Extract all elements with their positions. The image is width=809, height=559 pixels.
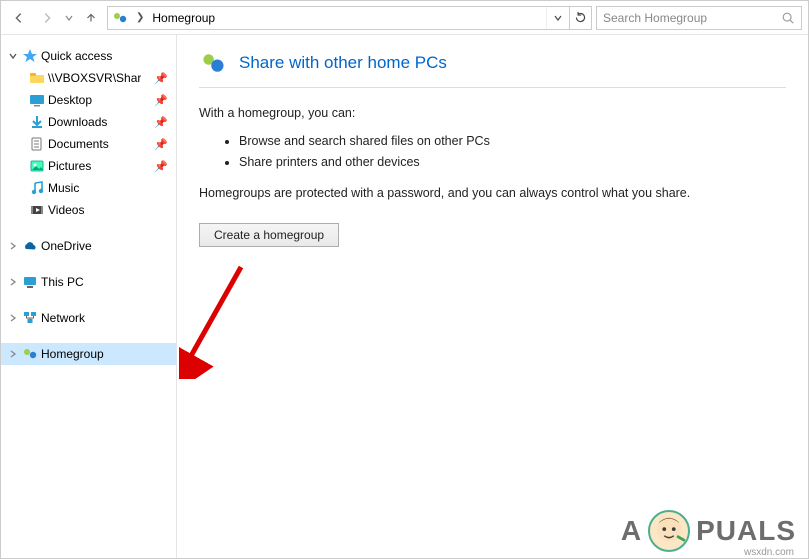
search-icon <box>781 11 795 25</box>
feature-list: Browse and search shared files on other … <box>239 131 786 173</box>
tree-label: OneDrive <box>41 239 92 253</box>
tree-label: This PC <box>41 275 84 289</box>
search-input[interactable] <box>603 11 781 25</box>
desktop-icon <box>29 92 45 108</box>
tree-label: Videos <box>48 203 84 217</box>
tree-label: Quick access <box>41 49 112 63</box>
history-dropdown[interactable] <box>63 14 75 22</box>
homegroup-icon <box>199 49 227 77</box>
chevron-right-icon[interactable] <box>7 240 19 252</box>
tree-label: Downloads <box>48 115 107 129</box>
tree-item-vboxshare[interactable]: \\VBOXSVR\Shar 📌 <box>1 67 176 89</box>
star-icon <box>22 48 38 64</box>
refresh-button[interactable] <box>569 7 591 29</box>
tree-label: \\VBOXSVR\Shar <box>48 71 141 85</box>
brand-text-right: PUALS <box>696 515 796 547</box>
tree-this-pc[interactable]: This PC <box>1 271 176 293</box>
chevron-right-icon[interactable] <box>7 348 19 360</box>
pin-icon: 📌 <box>154 160 168 173</box>
tree-item-downloads[interactable]: Downloads 📌 <box>1 111 176 133</box>
chevron-right-icon[interactable] <box>7 276 19 288</box>
tree-label: Music <box>48 181 79 195</box>
tree-label: Homegroup <box>41 347 104 361</box>
brand-text-left: A <box>621 515 642 547</box>
tree-network[interactable]: Network <box>1 307 176 329</box>
chevron-right-icon[interactable] <box>7 312 19 324</box>
onedrive-icon <box>22 238 38 254</box>
toolbar: ❯ Homegroup <box>1 1 808 35</box>
breadcrumb-item[interactable]: Homegroup <box>152 11 215 25</box>
pin-icon: 📌 <box>154 116 168 129</box>
music-icon <box>29 180 45 196</box>
tree-label: Pictures <box>48 159 91 173</box>
tree-item-videos[interactable]: Videos <box>1 199 176 221</box>
search-box[interactable] <box>596 6 802 30</box>
network-icon <box>22 310 38 326</box>
homegroup-icon <box>112 10 128 26</box>
tree-label: Desktop <box>48 93 92 107</box>
main-area: Quick access \\VBOXSVR\Shar 📌 Desktop 📌 … <box>1 35 808 558</box>
tree-item-documents[interactable]: Documents 📌 <box>1 133 176 155</box>
list-item: Browse and search shared files on other … <box>239 131 786 152</box>
tree-homegroup[interactable]: Homegroup <box>1 343 176 365</box>
tree-label: Documents <box>48 137 109 151</box>
chevron-down-icon[interactable] <box>7 50 19 62</box>
list-item: Share printers and other devices <box>239 152 786 173</box>
homegroup-icon <box>22 346 38 362</box>
pin-icon: 📌 <box>154 94 168 107</box>
intro-text: With a homegroup, you can: <box>199 104 786 123</box>
note-text: Homegroups are protected with a password… <box>199 184 786 203</box>
navigation-pane: Quick access \\VBOXSVR\Shar 📌 Desktop 📌 … <box>1 35 177 558</box>
create-homegroup-button[interactable]: Create a homegroup <box>199 223 339 247</box>
videos-icon <box>29 202 45 218</box>
watermark-site: wsxdn.com <box>744 547 794 558</box>
tree-item-pictures[interactable]: Pictures 📌 <box>1 155 176 177</box>
brand-mascot-icon <box>648 510 690 552</box>
address-bar[interactable]: ❯ Homegroup <box>107 6 592 30</box>
page-title: Share with other home PCs <box>239 53 447 73</box>
pin-icon: 📌 <box>154 138 168 151</box>
pin-icon: 📌 <box>154 72 168 85</box>
content-pane: Share with other home PCs With a homegro… <box>177 35 808 558</box>
pictures-icon <box>29 158 45 174</box>
forward-button[interactable] <box>35 6 59 30</box>
tree-label: Network <box>41 311 85 325</box>
tree-item-desktop[interactable]: Desktop 📌 <box>1 89 176 111</box>
documents-icon <box>29 136 45 152</box>
downloads-icon <box>29 114 45 130</box>
watermark-logo: A PUALS <box>621 510 796 552</box>
tree-onedrive[interactable]: OneDrive <box>1 235 176 257</box>
back-button[interactable] <box>7 6 31 30</box>
folder-icon <box>29 70 45 86</box>
tree-quick-access[interactable]: Quick access <box>1 45 176 67</box>
tree-item-music[interactable]: Music <box>1 177 176 199</box>
up-button[interactable] <box>79 6 103 30</box>
address-dropdown[interactable] <box>547 7 569 29</box>
pc-icon <box>22 274 38 290</box>
breadcrumb-separator: ❯ <box>132 12 148 23</box>
